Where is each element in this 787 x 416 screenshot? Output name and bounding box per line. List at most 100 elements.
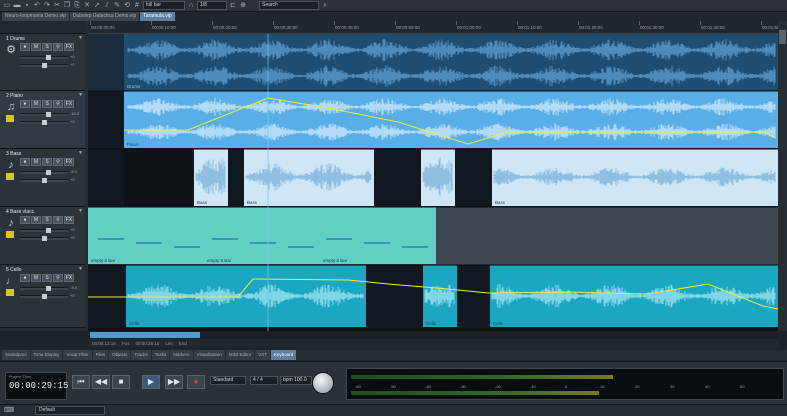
zoom-icon[interactable]: ⊕ (239, 2, 247, 10)
track-name[interactable]: 2 Piano (6, 93, 23, 99)
lock-button[interactable]: ⚲ (53, 274, 63, 282)
copy-icon[interactable]: ❐ (63, 2, 71, 10)
forward-button[interactable]: ▶▶ (165, 375, 183, 389)
lower-tab-tracks[interactable]: Tracks (131, 350, 151, 360)
paste-icon[interactable]: ⎘ (73, 2, 81, 10)
open-folder-icon[interactable]: ▬ (13, 2, 21, 10)
rewind-button[interactable]: ◀◀ (92, 375, 110, 389)
track-header-drums[interactable]: 1 Drums ▼ ⚙ ● M S ⚲ FX +0 +0 (0, 34, 85, 91)
lower-tab-time-display[interactable]: Time Display (30, 350, 63, 360)
redo-icon[interactable]: ↷ (43, 2, 51, 10)
fx-button[interactable]: FX (64, 158, 74, 166)
lower-tab-files[interactable]: Files (92, 350, 109, 360)
track-header-bass[interactable]: 3 Bass ▼ ♪ ● M S ⚲ FX -5.4 +0 (0, 149, 85, 207)
track-menu-icon[interactable]: ▼ (78, 208, 83, 214)
lower-tab-vocal-filter[interactable]: Vocal Filter (63, 350, 92, 360)
record-arm-button[interactable]: ● (20, 158, 30, 166)
horizontal-scroll-thumb[interactable] (90, 332, 200, 338)
search-icon[interactable]: ⌕ (321, 2, 329, 10)
volume-slider-knob[interactable] (46, 112, 51, 117)
tab-project-3[interactable]: Taramula.vip (140, 12, 175, 21)
pan-slider-knob[interactable] (42, 63, 47, 68)
track-header-bass-vlacc[interactable]: 4 Bass vlacc ▼ ♪ ● M S ⚲ FX +0 +0 (0, 207, 85, 265)
mute-button[interactable]: M (31, 100, 41, 108)
track-name[interactable]: 3 Bass (6, 151, 21, 157)
lower-tab-vst[interactable]: VST (255, 350, 271, 360)
quantize-select[interactable]: 1/8 (197, 1, 227, 10)
undo-icon[interactable]: ↶ (33, 2, 41, 10)
volume-knob[interactable] (312, 372, 334, 394)
volume-slider-knob[interactable] (46, 228, 51, 233)
lower-tab-objects[interactable]: Objects (109, 350, 131, 360)
lower-tab-tasks[interactable]: Tasks (151, 350, 170, 360)
pan-slider-knob[interactable] (42, 236, 47, 241)
lower-tab-markers[interactable]: Markers (170, 350, 193, 360)
tab-project-1[interactable]: Neuro-loopmania Demo.vip (2, 12, 69, 21)
fx-button[interactable]: FX (64, 43, 74, 51)
preset-select[interactable]: Default (35, 406, 105, 415)
fx-button[interactable]: FX (64, 274, 74, 282)
mute-button[interactable]: M (31, 158, 41, 166)
pan-slider[interactable] (20, 294, 68, 299)
snap-mode-select[interactable]: full bar (143, 1, 185, 10)
record-arm-button[interactable]: ● (20, 43, 30, 51)
glue-icon[interactable]: ⊏ (229, 2, 237, 10)
track-menu-icon[interactable]: ▼ (78, 266, 83, 272)
record-arm-button[interactable]: ● (20, 216, 30, 224)
grid-icon[interactable]: # (133, 2, 141, 10)
mode-select[interactable]: Standard (210, 376, 246, 385)
vertical-scrollbar[interactable] (778, 21, 787, 331)
lock-button[interactable]: ⚲ (53, 43, 63, 51)
timeline-ruler[interactable]: 00:00:00:00 00:00:10:00 00:00:20:00 00:00:3… (88, 21, 786, 34)
magnet-icon[interactable]: ∩ (187, 2, 195, 10)
arrangement-area[interactable]: Drums Piano Bass Bass Bass empty 8 Bar empty 8… (88, 34, 778, 331)
volume-slider-knob[interactable] (46, 55, 51, 60)
volume-slider-knob[interactable] (46, 170, 51, 175)
record-arm-button[interactable]: ● (20, 100, 30, 108)
pan-slider[interactable] (20, 63, 68, 68)
solo-button[interactable]: S (42, 216, 52, 224)
pan-slider-knob[interactable] (42, 294, 47, 299)
volume-slider-knob[interactable] (46, 286, 51, 291)
track-header-piano[interactable]: 2 Piano ▼ ♫ ● M S ⚲ FX -10.0 +0 (0, 91, 85, 149)
cut-icon[interactable]: ✂ (53, 2, 61, 10)
pan-slider[interactable] (20, 120, 68, 125)
record-button[interactable]: ● (187, 375, 205, 389)
solo-button[interactable]: S (42, 100, 52, 108)
to-start-button[interactable]: ⏮ (72, 375, 90, 389)
fx-button[interactable]: FX (64, 100, 74, 108)
vertical-scroll-thumb[interactable] (779, 30, 786, 44)
track-header-cello[interactable]: 5 Cello ▼ ♩ ● M S ⚲ FX -3.4 +0 (0, 265, 85, 328)
pan-slider-knob[interactable] (42, 120, 47, 125)
draw-icon[interactable]: ✎ (113, 2, 121, 10)
lower-tab-visualization[interactable]: Visualization (193, 350, 225, 360)
delete-icon[interactable]: ✕ (83, 2, 91, 10)
track-name[interactable]: 4 Bass vlacc (6, 209, 34, 215)
mute-button[interactable]: M (31, 43, 41, 51)
record-arm-button[interactable]: ● (20, 274, 30, 282)
volume-slider[interactable] (20, 170, 68, 175)
track-menu-icon[interactable]: ▼ (78, 35, 83, 41)
new-file-icon[interactable]: ▭ (3, 2, 11, 10)
stop-button[interactable]: ■ (112, 375, 130, 389)
fx-button[interactable]: FX (64, 216, 74, 224)
play-button[interactable]: ▶ (142, 375, 160, 389)
tab-project-2[interactable]: Dubstep Galactica Demo.vip (69, 12, 140, 21)
save-icon[interactable]: ▪ (23, 2, 31, 10)
track-menu-icon[interactable]: ▼ (78, 150, 83, 156)
volume-slider[interactable] (20, 286, 68, 291)
pan-slider[interactable] (20, 236, 68, 241)
pan-slider[interactable] (20, 178, 68, 183)
lower-tab-midi-editor[interactable]: MIDI Editor (225, 350, 255, 360)
solo-button[interactable]: S (42, 43, 52, 51)
volume-slider[interactable] (20, 112, 68, 117)
mute-button[interactable]: M (31, 216, 41, 224)
mouse-mode-icon[interactable]: ➚ (93, 2, 101, 10)
loop-icon[interactable]: ⟲ (123, 2, 131, 10)
lock-button[interactable]: ⚲ (53, 100, 63, 108)
search-input[interactable]: Search (259, 1, 319, 10)
volume-slider[interactable] (20, 228, 68, 233)
lock-button[interactable]: ⚲ (53, 158, 63, 166)
pos-value[interactable]: 00:00:29:15 (136, 341, 160, 346)
solo-button[interactable]: S (42, 158, 52, 166)
